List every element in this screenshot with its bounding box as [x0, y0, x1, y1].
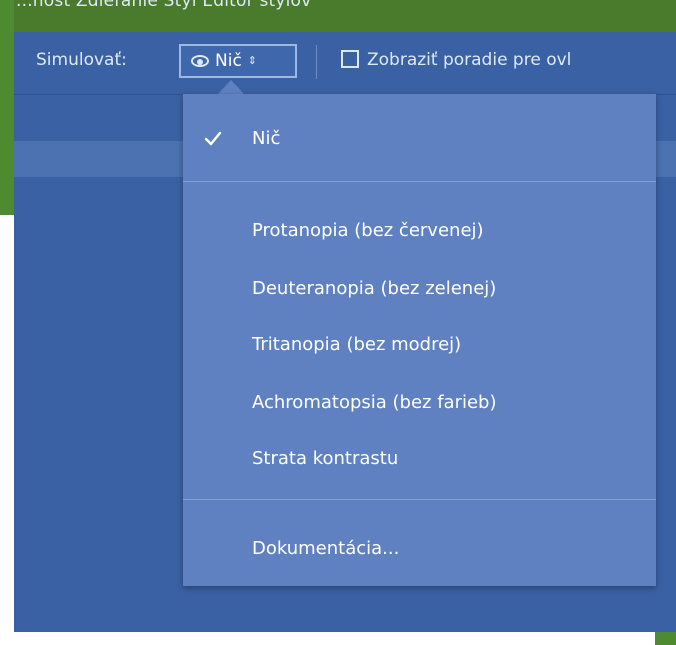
top-tabs-text[interactable]: ...nosť Zdieľanie Štýl Editor štýlov	[16, 0, 311, 11]
menu-divider	[183, 499, 656, 500]
menu-item-label: Deuteranopia (bez zelenej)	[252, 277, 497, 299]
menu-item-protanopia[interactable]: Protanopia (bez červenej)	[183, 204, 656, 256]
menu-item-label: Strata kontrastu	[252, 447, 399, 469]
simulate-label: Simulovať:	[36, 50, 127, 70]
menu-item-label: Achromatopsia (bez farieb)	[252, 391, 497, 413]
checkmark-icon	[204, 131, 222, 146]
menu-item-label: Nič	[252, 127, 281, 149]
menu-divider	[183, 181, 656, 182]
menu-item-label: Tritanopia (bez modrej)	[252, 333, 462, 355]
simulate-select[interactable]: Nič ⇕	[179, 44, 297, 78]
show-order-label[interactable]: Zobraziť poradie pre ovl	[367, 50, 571, 70]
menu-item-tritanopia[interactable]: Tritanopia (bez modrej)	[183, 318, 656, 370]
simulate-dropdown-menu: Nič Protanopia (bez červenej) Deuteranop…	[183, 94, 656, 586]
menu-item-deuteranopia[interactable]: Deuteranopia (bez zelenej)	[183, 262, 656, 314]
menu-item-achromatopsia[interactable]: Achromatopsia (bez farieb)	[183, 376, 656, 428]
menu-item-contrast-loss[interactable]: Strata kontrastu	[183, 432, 656, 484]
dropdown-caret	[218, 80, 244, 94]
menu-item-none[interactable]: Nič	[183, 112, 656, 164]
menu-item-label: Dokumentácia...	[252, 537, 400, 559]
updown-icon: ⇕	[247, 54, 258, 67]
menu-item-documentation[interactable]: Dokumentácia...	[183, 522, 656, 574]
toolbar-divider	[316, 45, 317, 79]
top-tabs-strip: ...nosť Zdieľanie Štýl Editor štýlov	[14, 0, 676, 32]
show-order-checkbox[interactable]	[341, 50, 359, 68]
eye-icon	[191, 55, 209, 67]
simulate-value: Nič	[215, 51, 242, 71]
menu-item-label: Protanopia (bez červenej)	[252, 219, 484, 241]
